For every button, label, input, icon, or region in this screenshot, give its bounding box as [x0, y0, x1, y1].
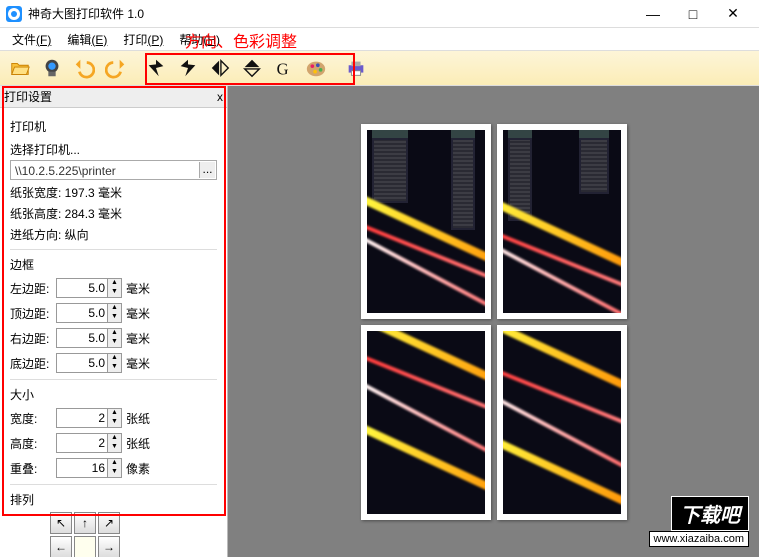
arrange-center[interactable]	[74, 536, 96, 557]
select-printer-label: 选择打印机...	[10, 141, 217, 158]
preview-canvas	[228, 86, 759, 557]
size-section-label: 大小	[10, 386, 217, 403]
left-margin-label: 左边距:	[10, 280, 56, 297]
printer-dropdown[interactable]: \\10.2.5.225\printer	[10, 160, 217, 180]
top-margin-unit: 毫米	[126, 305, 150, 322]
tile-3	[361, 325, 491, 520]
tile-grid	[361, 124, 627, 520]
overlap-unit: 像素	[126, 460, 150, 477]
highlight-orientation-color-tools	[145, 53, 355, 85]
height-unit: 张纸	[126, 435, 150, 452]
window-title: 神奇大图打印软件 1.0	[28, 5, 633, 22]
arrange-up[interactable]: ↑	[74, 512, 96, 534]
print-settings-panel: 打印设置 x 打印机 选择打印机... \\10.2.5.225\printer…	[0, 86, 228, 557]
titlebar: 神奇大图打印软件 1.0 — □ ✕	[0, 0, 759, 28]
bottom-margin-label: 底边距:	[10, 355, 56, 372]
app-icon	[6, 6, 22, 22]
overlap-label: 重叠:	[10, 460, 56, 477]
arrange-right[interactable]: →	[98, 536, 120, 557]
watermark-url: www.xiazaiba.com	[649, 531, 749, 547]
paper-height-label: 纸张高度: 284.3 毫米	[10, 205, 217, 222]
maximize-button[interactable]: □	[673, 0, 713, 28]
top-margin-label: 顶边距:	[10, 305, 56, 322]
printer-section-label: 打印机	[10, 118, 217, 135]
minimize-button[interactable]: —	[633, 0, 673, 28]
arrange-up-right[interactable]: ↗	[98, 512, 120, 534]
overlap-input[interactable]: 16▲▼	[56, 458, 122, 478]
tile-2	[497, 124, 627, 319]
tile-1	[361, 124, 491, 319]
paper-width-label: 纸张宽度: 197.3 毫米	[10, 184, 217, 201]
right-margin-unit: 毫米	[126, 330, 150, 347]
menubar: 文件(F) 编辑(E) 打印(P) 帮助(H)	[0, 28, 759, 50]
tile-4	[497, 325, 627, 520]
width-input[interactable]: 2▲▼	[56, 408, 122, 428]
width-label: 宽度:	[10, 410, 56, 427]
camera-button[interactable]	[38, 54, 66, 82]
panel-close-button[interactable]: x	[217, 90, 223, 104]
right-margin-input[interactable]: 5.0▲▼	[56, 328, 122, 348]
height-label: 高度:	[10, 435, 56, 452]
close-button[interactable]: ✕	[713, 0, 753, 28]
left-margin-input[interactable]: 5.0▲▼	[56, 278, 122, 298]
menu-edit[interactable]: 编辑(E)	[59, 29, 115, 50]
undo-button[interactable]	[70, 54, 98, 82]
open-file-button[interactable]	[6, 54, 34, 82]
arrange-up-left[interactable]: ↖	[50, 512, 72, 534]
border-section-label: 边框	[10, 256, 217, 273]
annotation-text: 方向、色彩调整	[185, 28, 297, 52]
height-input[interactable]: 2▲▼	[56, 433, 122, 453]
right-margin-label: 右边距:	[10, 330, 56, 347]
panel-title: 打印设置	[4, 88, 52, 105]
arrange-grid: ↖ ↑ ↗ ← → ↙ ↓ ↘	[50, 512, 217, 557]
top-margin-input[interactable]: 5.0▲▼	[56, 303, 122, 323]
width-unit: 张纸	[126, 410, 150, 427]
menu-print[interactable]: 打印(P)	[115, 29, 171, 50]
watermark-logo: 下载吧	[671, 496, 749, 531]
bottom-margin-input[interactable]: 5.0▲▼	[56, 353, 122, 373]
arrange-left[interactable]: ←	[50, 536, 72, 557]
arrange-section-label: 排列	[10, 491, 217, 508]
bottom-margin-unit: 毫米	[126, 355, 150, 372]
printer-browse-button[interactable]: ...	[199, 162, 215, 178]
feed-direction-label: 进纸方向: 纵向	[10, 226, 217, 243]
toolbar: G	[0, 50, 759, 86]
watermark: 下载吧 www.xiazaiba.com	[649, 496, 749, 547]
menu-file[interactable]: 文件(F)	[4, 29, 59, 50]
left-margin-unit: 毫米	[126, 280, 150, 297]
redo-button[interactable]	[102, 54, 130, 82]
